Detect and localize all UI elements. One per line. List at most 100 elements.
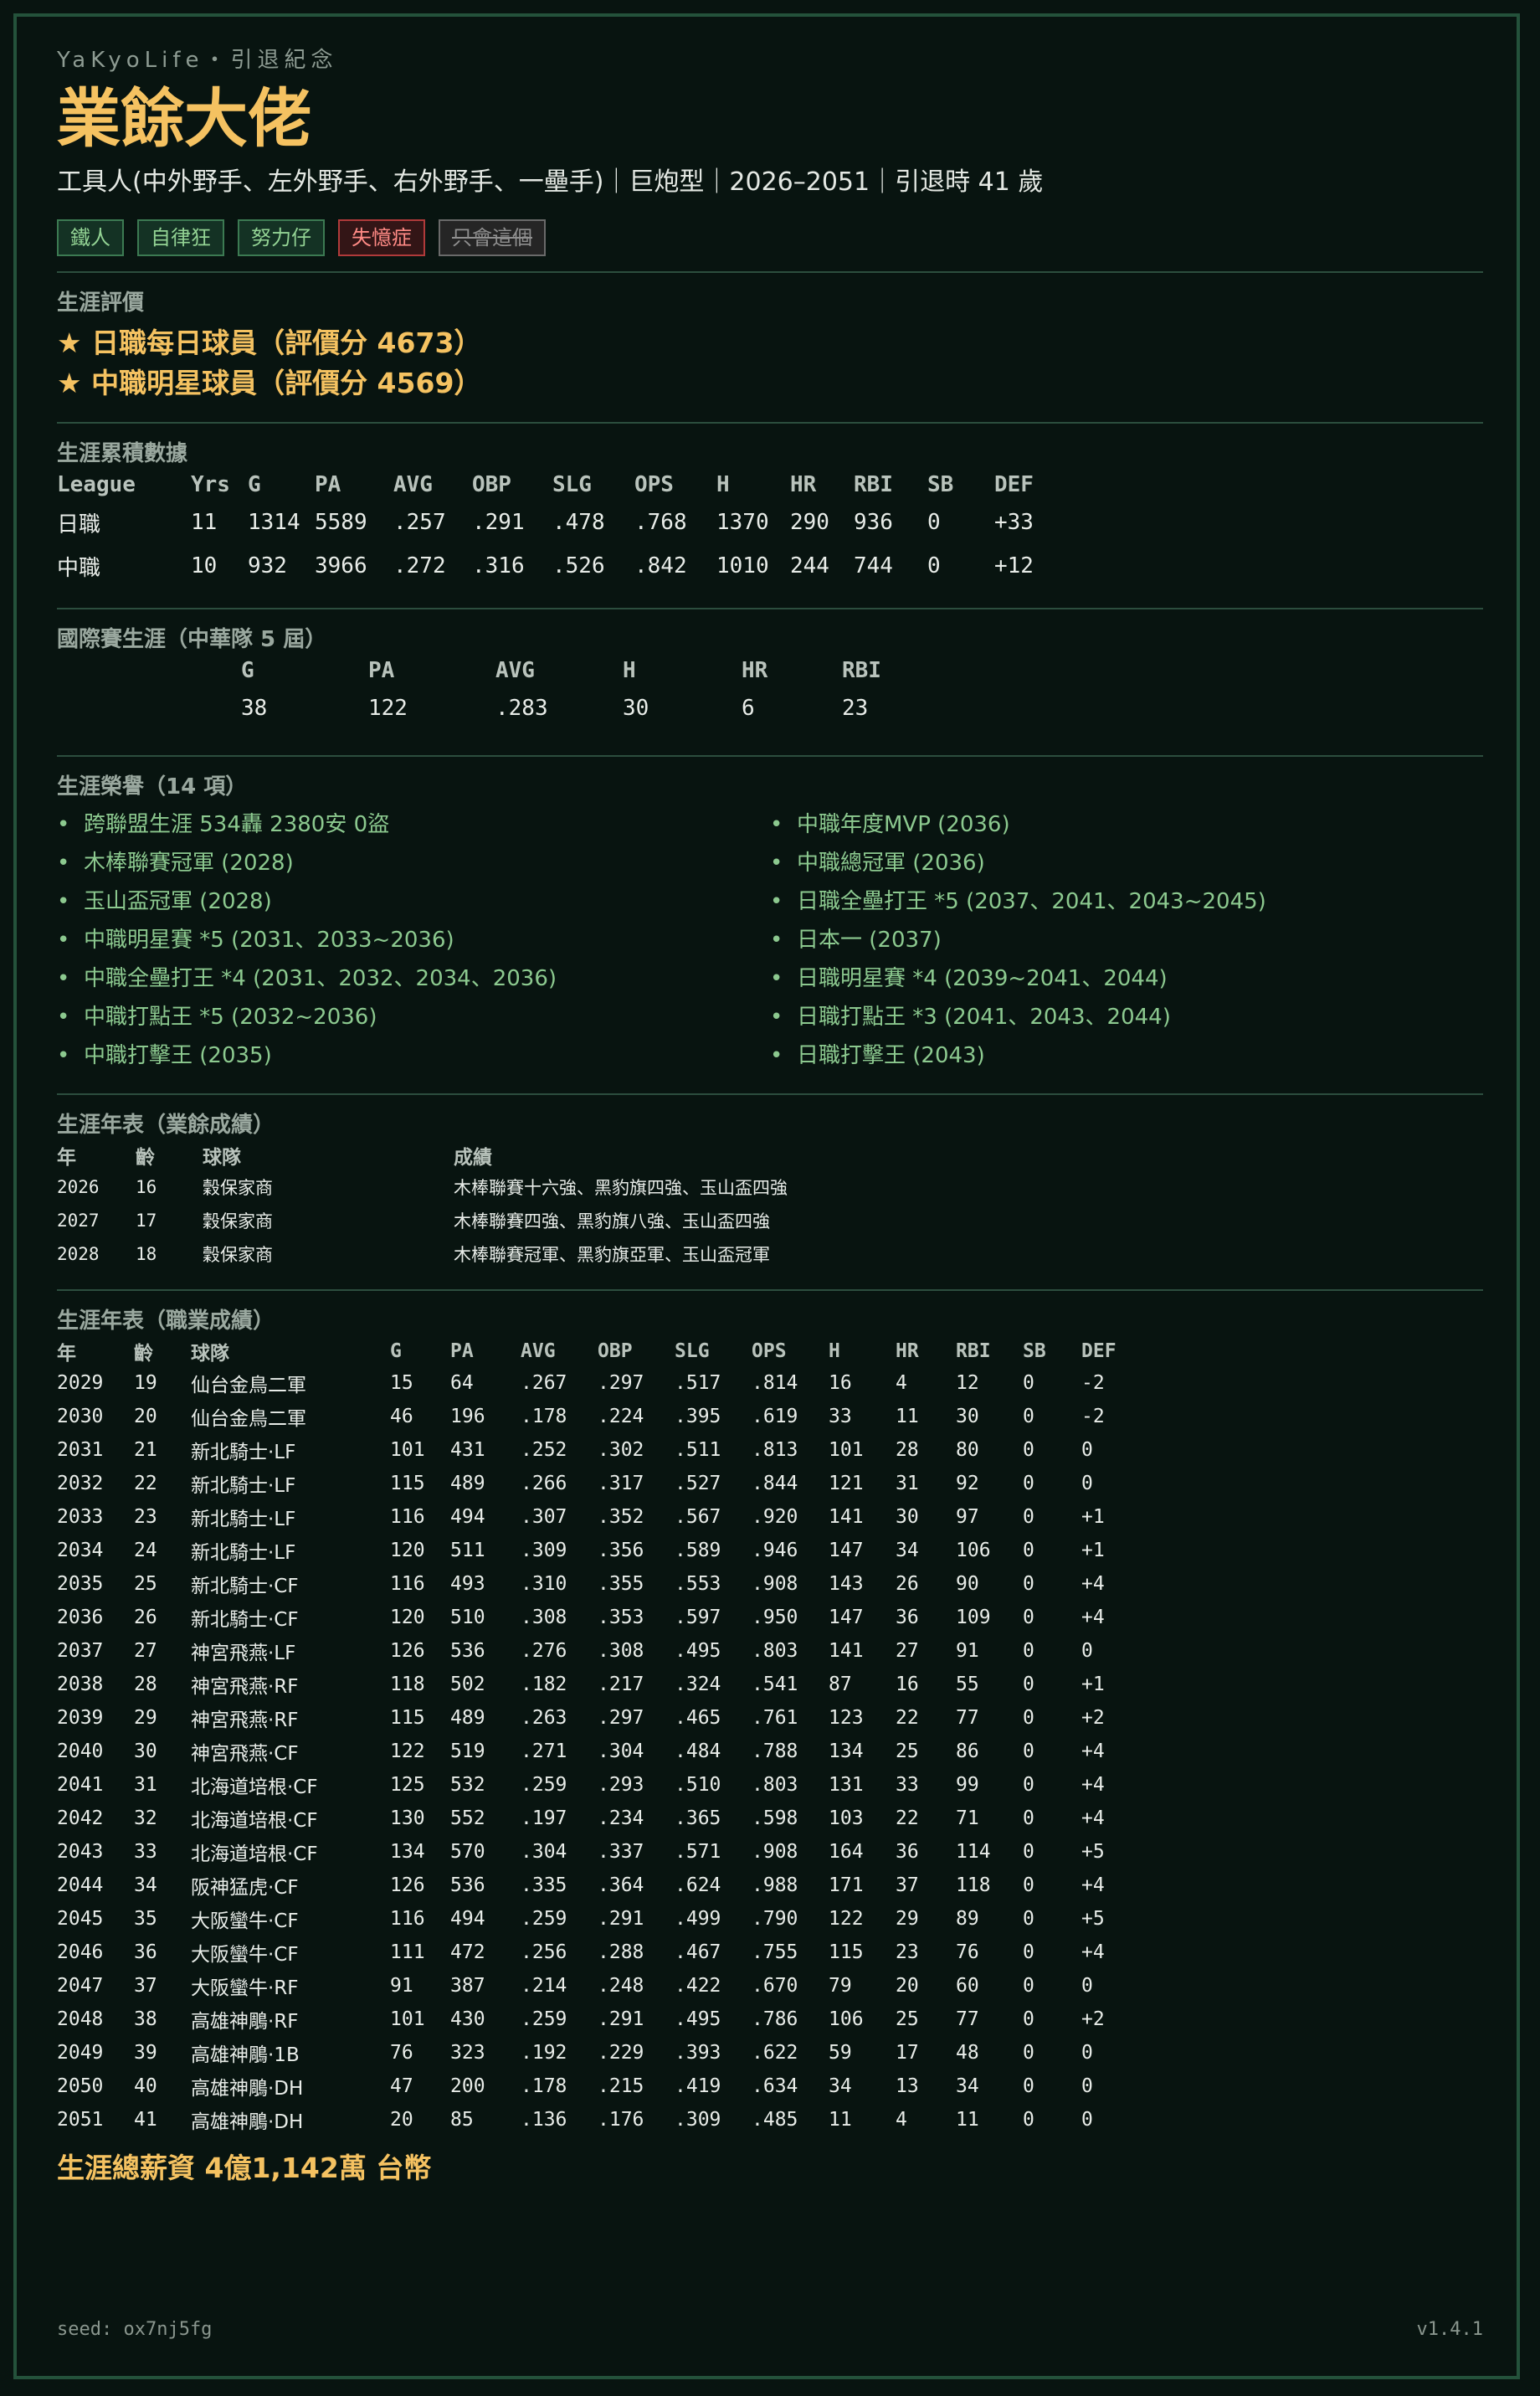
table-cell: 489 <box>450 1473 485 1494</box>
table-cell: 114 <box>956 1841 991 1863</box>
table-cell: 936 <box>854 510 893 535</box>
table-cell: .309 <box>675 2109 721 2131</box>
column-header: HR <box>742 658 768 683</box>
table-cell: 12 <box>956 1372 979 1394</box>
table-cell: 41 <box>134 2109 157 2131</box>
table-cell: 33 <box>829 1406 852 1427</box>
table-row: 2037 27 神宮飛燕·LF 126 536 .276 .308 .495 .803 141 27… <box>57 1634 1132 1668</box>
table-cell: .419 <box>675 2075 721 2097</box>
table-cell: 高雄神鵰·DH <box>191 2078 304 2100</box>
bullet-icon: • <box>770 851 783 876</box>
table-cell: 147 <box>829 1607 864 1628</box>
table-row: 2051 41 高雄神鵰·DH 20 85 .136 .176 .309 .485 11 4 11 0 0 <box>57 2103 1132 2136</box>
table-cell: 118 <box>390 1674 425 1695</box>
table-cell: 134 <box>829 1740 864 1762</box>
table-cell: .291 <box>472 510 525 535</box>
honor-text: 日職打擊王 (2043) <box>797 1043 985 1068</box>
column-header: DEF <box>1081 1340 1116 1362</box>
table-cell: .589 <box>675 1540 721 1561</box>
column-header: AVG <box>495 658 535 683</box>
table-cell: 55 <box>956 1674 979 1695</box>
table-cell: 0 <box>1023 1941 1034 1963</box>
table-cell: .790 <box>752 1908 798 1930</box>
table-cell: 4 <box>896 2109 907 2131</box>
table-cell: .324 <box>675 1674 721 1695</box>
table-cell: 2051 <box>57 2109 104 2131</box>
table-cell: 79 <box>829 1975 852 1997</box>
column-header: League <box>57 472 136 497</box>
table-cell: .365 <box>675 1807 721 1829</box>
table-cell: 2034 <box>57 1540 104 1561</box>
table-cell: .316 <box>472 553 525 578</box>
evaluation-item: ★ 日職每日球員（評價分 4673） <box>57 326 482 359</box>
table-cell: 仙台金鳥二軍 <box>191 1375 306 1396</box>
table-cell: 18 <box>136 1244 157 1264</box>
table-row: 2048 38 高雄神鵰·RF 101 430 .259 .291 .495 .786 106 25… <box>57 2003 1132 2036</box>
table-cell: 76 <box>956 1941 979 1963</box>
table-cell: 新北騎士·LF <box>191 1442 296 1463</box>
table-cell: 2047 <box>57 1975 104 1997</box>
table-cell: 99 <box>956 1774 979 1796</box>
table-cell: 25 <box>134 1573 157 1595</box>
table-cell: 29 <box>134 1707 157 1729</box>
table-cell: .571 <box>675 1841 721 1863</box>
table-cell: 2036 <box>57 1607 104 1628</box>
table-cell: .271 <box>521 1740 567 1762</box>
honor-text: 木棒聯賽冠軍 (2028) <box>84 851 294 876</box>
table-cell: 27 <box>134 1640 157 1662</box>
career-salary: 生涯總薪資 4億1,142萬 台幣 <box>57 2152 432 2184</box>
table-cell: +4 <box>1081 1941 1105 1963</box>
table-row: 2049 39 高雄神鵰·1B 76 323 .192 .229 .393 .622 59 17 48… <box>57 2036 1132 2070</box>
column-header: RBI <box>956 1340 991 1362</box>
table-cell: .553 <box>675 1573 721 1595</box>
table-cell: 23 <box>896 1941 919 1963</box>
table-cell: 64 <box>450 1372 474 1394</box>
table-cell: 木棒聯賽冠軍、黑豹旗亞軍、玉山盃冠軍 <box>454 1245 770 1265</box>
table-cell: 532 <box>450 1774 485 1796</box>
table-cell: 31 <box>134 1774 157 1796</box>
table-cell: 122 <box>829 1908 864 1930</box>
table-cell: 30 <box>956 1406 979 1427</box>
table-cell: 147 <box>829 1540 864 1561</box>
table-cell: 101 <box>390 2008 425 2030</box>
column-header: RBI <box>854 472 893 497</box>
table-cell: .355 <box>598 1573 644 1595</box>
table-cell: 111 <box>390 1941 425 1963</box>
table-cell: 116 <box>390 1908 425 1930</box>
table-cell: 2028 <box>57 1244 100 1264</box>
table-cell: .217 <box>598 1674 644 1695</box>
table-cell: 16 <box>136 1177 157 1197</box>
table-cell: 115 <box>390 1707 425 1729</box>
table-cell: +2 <box>1081 2008 1105 2030</box>
table-cell: .352 <box>598 1506 644 1528</box>
table-row: 2027 17 穀保家商 木棒聯賽四強、黑豹旗八強、玉山盃四強 <box>57 1204 872 1237</box>
honor-text: 中職全壘打王 *4 (2031、2032、2034、2036) <box>84 966 557 991</box>
column-header: DEF <box>994 472 1034 497</box>
table-cell: .526 <box>552 553 605 578</box>
honor-item: • 木棒聯賽冠軍 (2028) <box>57 844 770 882</box>
table-cell: 11 <box>191 510 218 535</box>
honor-text: 玉山盃冠軍 (2028) <box>84 889 272 914</box>
table-cell: 493 <box>450 1573 485 1595</box>
table-cell: .844 <box>752 1473 798 1494</box>
trait-tags: 鐵人 自律狂 努力仔 失憶症 只會這個 <box>57 219 1483 256</box>
table-cell: 196 <box>450 1406 485 1427</box>
column-header: PA <box>450 1340 474 1362</box>
column-header: SLG <box>552 472 592 497</box>
table-cell: 34 <box>956 2075 979 2097</box>
column-header: G <box>390 1340 402 1362</box>
trait-tag: 只會這個 <box>439 219 546 256</box>
table-cell: .803 <box>752 1774 798 1796</box>
table-cell: 2050 <box>57 2075 104 2097</box>
table-cell: 34 <box>829 2075 852 2097</box>
column-header: 成績 <box>454 1147 492 1169</box>
table-row: 2038 28 神宮飛燕·RF 118 502 .182 .217 .324 .541 87 16 5… <box>57 1668 1132 1701</box>
table-row: 2043 33 北海道培根·CF 134 570 .304 .337 .571 .908 164 3… <box>57 1835 1132 1869</box>
table-row: 2029 19 仙台金鳥二軍 15 64 .267 .297 .517 .814 16 4 12 0 -2 <box>57 1366 1132 1400</box>
honor-text: 中職總冠軍 (2036) <box>797 851 985 876</box>
table-cell: 21 <box>134 1439 157 1461</box>
table-cell: 28 <box>134 1674 157 1695</box>
table-cell: .988 <box>752 1874 798 1896</box>
bullet-icon: • <box>770 928 783 953</box>
table-cell: .467 <box>675 1941 721 1963</box>
